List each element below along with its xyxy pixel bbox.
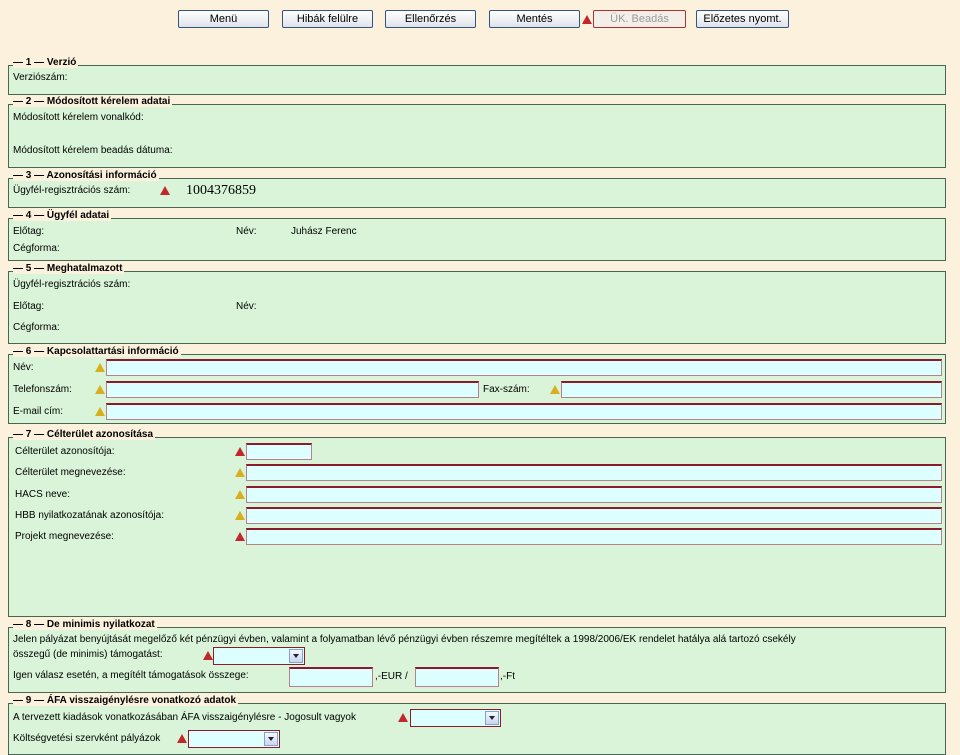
- section-title: — 1 — Verzió: [13, 57, 79, 68]
- budget-label: Költségvetési szervként pályázok: [13, 733, 161, 744]
- email-label: E-mail cím:: [13, 406, 63, 417]
- hbb-label: HBB nyilatkozatának azonosítója:: [15, 510, 164, 521]
- section-title: — 8 — De minimis nyilatkozat: [13, 619, 157, 630]
- name-value: Juhász Ferenc: [291, 226, 357, 237]
- version-label: Verziószám:: [13, 72, 68, 83]
- company-form-label: Cégforma:: [13, 243, 60, 254]
- check-button[interactable]: Ellenőrzés: [385, 10, 476, 28]
- reg-number-label: Ügyfél-regisztrációs szám:: [13, 279, 131, 290]
- phone-label: Telefonszám:: [13, 384, 72, 395]
- section-target-area: — 7 — Célterület azonosítása Célterület …: [8, 429, 946, 617]
- warning-icon: [550, 385, 560, 394]
- amount-ft-input[interactable]: [415, 667, 499, 687]
- area-name-input[interactable]: [246, 464, 942, 481]
- area-id-input[interactable]: [246, 443, 312, 460]
- name-label: Név:: [236, 301, 257, 312]
- warning-icon: [203, 651, 213, 660]
- chevron-down-icon: [264, 732, 278, 746]
- warning-icon: [177, 734, 187, 743]
- section-authorized: — 5 — Meghatalmazott Ügyfél-regisztráció…: [8, 263, 946, 344]
- de-minimis-text-2: összegű (de minimis) támogatást:: [13, 649, 163, 660]
- hbb-input[interactable]: [246, 507, 942, 524]
- warning-icon: [95, 407, 105, 416]
- contact-name-input[interactable]: [106, 359, 942, 376]
- phone-input[interactable]: [106, 381, 479, 398]
- prefix-label: Előtag:: [13, 226, 45, 237]
- warning-icon: [160, 186, 170, 195]
- amount-eur-input[interactable]: [289, 667, 373, 687]
- project-label: Projekt megnevezése:: [15, 531, 114, 542]
- toolbar: Menü Hibák felülre Ellenőrzés Mentés ÜK.…: [0, 10, 960, 32]
- section-identification: — 3 — Azonosítási információ Ügyfél-regi…: [8, 170, 946, 208]
- barcode-label: Módosított kérelem vonalkód:: [13, 112, 144, 123]
- de-minimis-text-1: Jelen pályázat benyújtását megelőző két …: [13, 634, 796, 645]
- warning-icon: [235, 511, 245, 520]
- hacs-label: HACS neve:: [15, 489, 71, 500]
- eur-suffix: ,-EUR /: [375, 671, 408, 682]
- contact-name-label: Név:: [13, 362, 34, 373]
- preprint-button[interactable]: Előzetes nyomt.: [696, 10, 789, 28]
- warning-icon: [582, 15, 592, 24]
- budget-select[interactable]: [188, 730, 280, 748]
- warning-icon: [235, 468, 245, 477]
- chevron-down-icon: [485, 711, 499, 725]
- warning-icon: [95, 363, 105, 372]
- reg-number-value: 1004376859: [186, 183, 256, 198]
- section-version: — 1 — Verzió Verziószám:: [8, 57, 946, 95]
- section-title: — 9 — ÁFA visszaigénylésre vonatkozó ada…: [13, 695, 239, 706]
- submit-date-label: Módosított kérelem beadás dátuma:: [13, 145, 173, 156]
- vat-select[interactable]: [410, 709, 501, 727]
- section-title: — 2 — Módosított kérelem adatai: [13, 96, 173, 107]
- warning-icon: [398, 713, 408, 722]
- company-form-label: Cégforma:: [13, 322, 60, 333]
- ft-suffix: ,-Ft: [500, 671, 515, 682]
- menu-button[interactable]: Menü: [178, 10, 269, 28]
- section-client-data: — 4 — Ügyfél adatai Előtag: Név: Juhász …: [8, 210, 946, 261]
- fax-input[interactable]: [561, 381, 942, 398]
- chevron-down-icon: [289, 649, 303, 663]
- section-title: — 4 — Ügyfél adatai: [13, 210, 112, 221]
- warning-icon: [95, 385, 105, 394]
- area-name-label: Célterület megnevezése:: [15, 467, 126, 478]
- de-minimis-select[interactable]: [213, 647, 305, 665]
- section-title: — 7 — Célterület azonosítása: [13, 429, 156, 440]
- name-label: Név:: [236, 226, 257, 237]
- fax-label: Fax-szám:: [483, 384, 530, 395]
- warning-icon: [235, 532, 245, 541]
- submit-button[interactable]: ÜK. Beadás: [593, 10, 686, 28]
- hacs-input[interactable]: [246, 486, 942, 503]
- warning-icon: [235, 447, 245, 456]
- save-button[interactable]: Mentés: [489, 10, 580, 28]
- area-id-label: Célterület azonosítója:: [15, 446, 115, 457]
- section-title: — 6 — Kapcsolattartási információ: [13, 346, 181, 357]
- reg-number-label: Ügyfél-regisztrációs szám:: [13, 185, 131, 196]
- section-title: — 5 — Meghatalmazott: [13, 263, 125, 274]
- email-input[interactable]: [106, 403, 942, 420]
- prefix-label: Előtag:: [13, 301, 45, 312]
- section-de-minimis: — 8 — De minimis nyilatkozat Jelen pályá…: [8, 619, 946, 693]
- vat-label: A tervezett kiadások vonatkozásában ÁFA …: [13, 712, 356, 723]
- section-contact: — 6 — Kapcsolattartási információ Név: T…: [8, 346, 946, 424]
- section-vat: — 9 — ÁFA visszaigénylésre vonatkozó ada…: [8, 695, 946, 755]
- section-title: — 3 — Azonosítási információ: [13, 170, 159, 181]
- project-input[interactable]: [246, 528, 942, 545]
- section-modified-request: — 2 — Módosított kérelem adatai Módosíto…: [8, 96, 946, 168]
- warning-icon: [235, 490, 245, 499]
- errors-top-button[interactable]: Hibák felülre: [282, 10, 373, 28]
- amount-label: Igen válasz esetén, a megítélt támogatás…: [13, 670, 249, 681]
